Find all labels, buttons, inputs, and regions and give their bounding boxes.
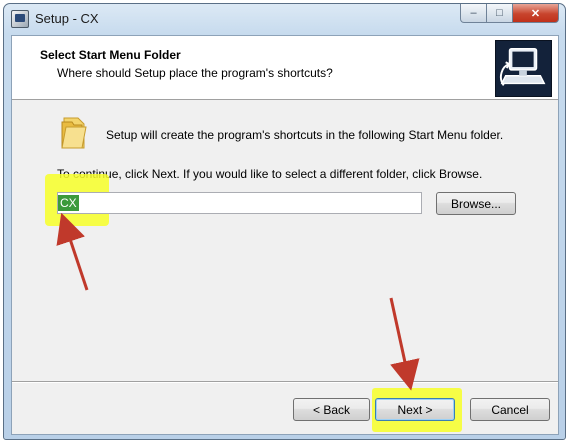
- maximize-icon: □: [496, 7, 503, 19]
- page-title: Select Start Menu Folder: [40, 48, 181, 62]
- minimize-button[interactable]: –: [460, 4, 487, 23]
- folder-input-selected-text: CX: [58, 195, 79, 211]
- cancel-button[interactable]: Cancel: [470, 398, 550, 421]
- close-button[interactable]: ✕: [513, 4, 559, 23]
- window-title: Setup - CX: [35, 11, 99, 26]
- folder-icon: [60, 114, 88, 150]
- back-button[interactable]: < Back: [293, 398, 370, 421]
- maximize-button[interactable]: □: [487, 4, 513, 23]
- minimize-icon: –: [470, 7, 477, 19]
- next-button[interactable]: Next >: [375, 398, 455, 421]
- wizard-page: Select Start Menu Folder Where should Se…: [11, 35, 559, 435]
- instruction-text: To continue, click Next. If you would li…: [57, 167, 483, 181]
- close-icon: ✕: [530, 7, 541, 20]
- footer-divider: [12, 381, 558, 383]
- computer-install-icon: [495, 40, 552, 97]
- setup-window: Setup - CX – □ ✕ Select Start Menu Folde…: [3, 3, 566, 440]
- page-subtitle: Where should Setup place the program's s…: [57, 66, 333, 80]
- title-bar[interactable]: Setup - CX – □ ✕: [4, 4, 565, 34]
- start-menu-folder-input[interactable]: [57, 192, 422, 214]
- setup-icon[interactable]: [11, 10, 29, 28]
- browse-button[interactable]: Browse...: [436, 192, 516, 215]
- wizard-header: Select Start Menu Folder Where should Se…: [12, 36, 558, 100]
- intro-text: Setup will create the program's shortcut…: [106, 128, 504, 142]
- caption-buttons: – □ ✕: [460, 4, 559, 24]
